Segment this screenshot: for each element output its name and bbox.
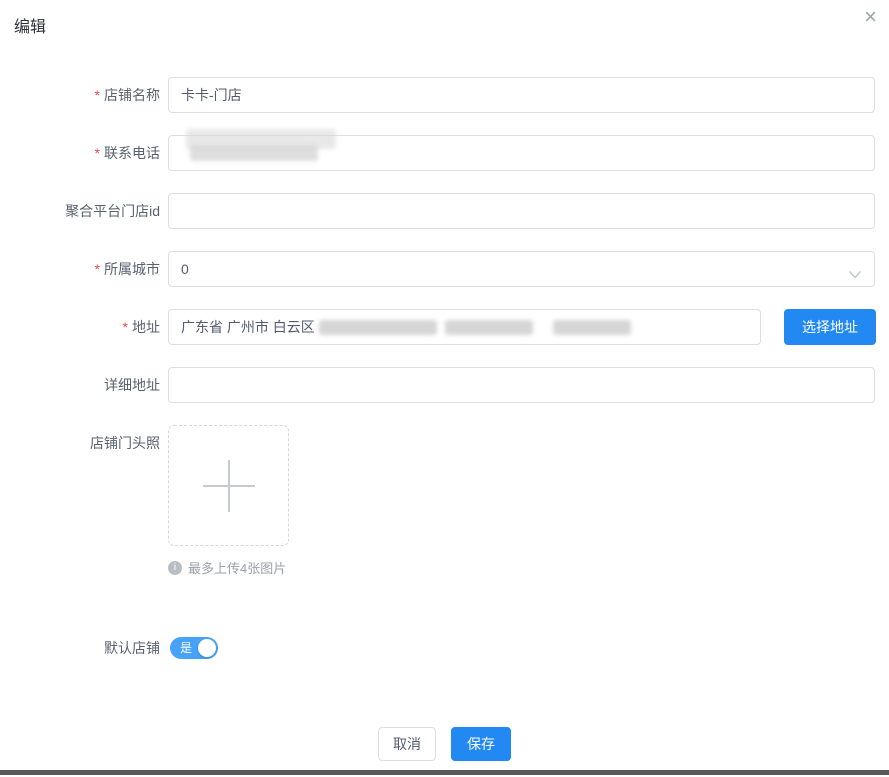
store-name-label: *店铺名称 xyxy=(0,77,160,113)
window-bottom-edge xyxy=(0,770,889,775)
required-mark: * xyxy=(95,145,100,161)
modal-footer: 取消 保存 xyxy=(0,727,889,761)
default-store-row: 默认店铺 是 xyxy=(0,637,875,659)
redacted-address-blur xyxy=(445,320,533,335)
info-icon: i xyxy=(168,561,182,575)
default-store-label: 默认店铺 xyxy=(0,637,160,659)
store-photo-label: 店铺门头照 xyxy=(0,425,160,461)
switch-on-text: 是 xyxy=(180,637,192,659)
address-value: 广东省 广州市 白云区 xyxy=(181,317,315,337)
cancel-button[interactable]: 取消 xyxy=(378,727,436,761)
select-address-button[interactable]: 选择地址 xyxy=(784,309,876,345)
detail-address-row: 详细地址 xyxy=(0,367,875,403)
detail-address-input[interactable] xyxy=(168,367,875,403)
address-row: *地址 广东省 广州市 白云区 选择地址 xyxy=(0,309,875,345)
phone-label: *联系电话 xyxy=(0,135,160,171)
edit-store-modal: 编辑 × *店铺名称 *联系电话 聚合平 xyxy=(0,0,889,777)
platform-store-id-label: 聚合平台门店id xyxy=(0,193,160,229)
chevron-down-icon xyxy=(849,266,861,282)
store-name-input[interactable] xyxy=(168,77,875,113)
close-icon[interactable]: × xyxy=(864,6,877,28)
store-photo-row: 店铺门头照 i 最多上传4张图片 xyxy=(0,425,875,577)
city-select[interactable]: 0 xyxy=(168,251,875,287)
platform-store-id-row: 聚合平台门店id xyxy=(0,193,875,229)
modal-header: 编辑 × xyxy=(0,0,889,36)
upload-hint-text: 最多上传4张图片 xyxy=(188,558,286,577)
required-mark: * xyxy=(95,261,100,277)
platform-store-id-input[interactable] xyxy=(168,193,875,229)
city-select-value: 0 xyxy=(181,261,862,277)
address-label: *地址 xyxy=(0,309,160,345)
save-button[interactable]: 保存 xyxy=(451,727,511,761)
phone-row: *联系电话 xyxy=(0,135,875,171)
edit-store-form: *店铺名称 *联系电话 聚合平台门店id xyxy=(0,77,875,659)
page-title: 编辑 xyxy=(14,19,46,36)
upload-hint: i 最多上传4张图片 xyxy=(168,558,875,577)
required-mark: * xyxy=(123,319,128,335)
redacted-address-blur xyxy=(319,320,437,335)
switch-knob xyxy=(198,639,216,657)
city-label: *所属城市 xyxy=(0,251,160,287)
address-input[interactable]: 广东省 广州市 白云区 xyxy=(168,309,761,345)
plus-icon xyxy=(203,460,255,512)
city-row: *所属城市 0 xyxy=(0,251,875,287)
store-name-row: *店铺名称 xyxy=(0,77,875,113)
redacted-phone-blur xyxy=(190,145,318,161)
required-mark: * xyxy=(95,87,100,103)
redacted-address-blur xyxy=(553,320,631,335)
detail-address-label: 详细地址 xyxy=(0,367,160,403)
photo-upload-button[interactable] xyxy=(168,425,289,546)
default-store-switch[interactable]: 是 xyxy=(170,637,218,659)
